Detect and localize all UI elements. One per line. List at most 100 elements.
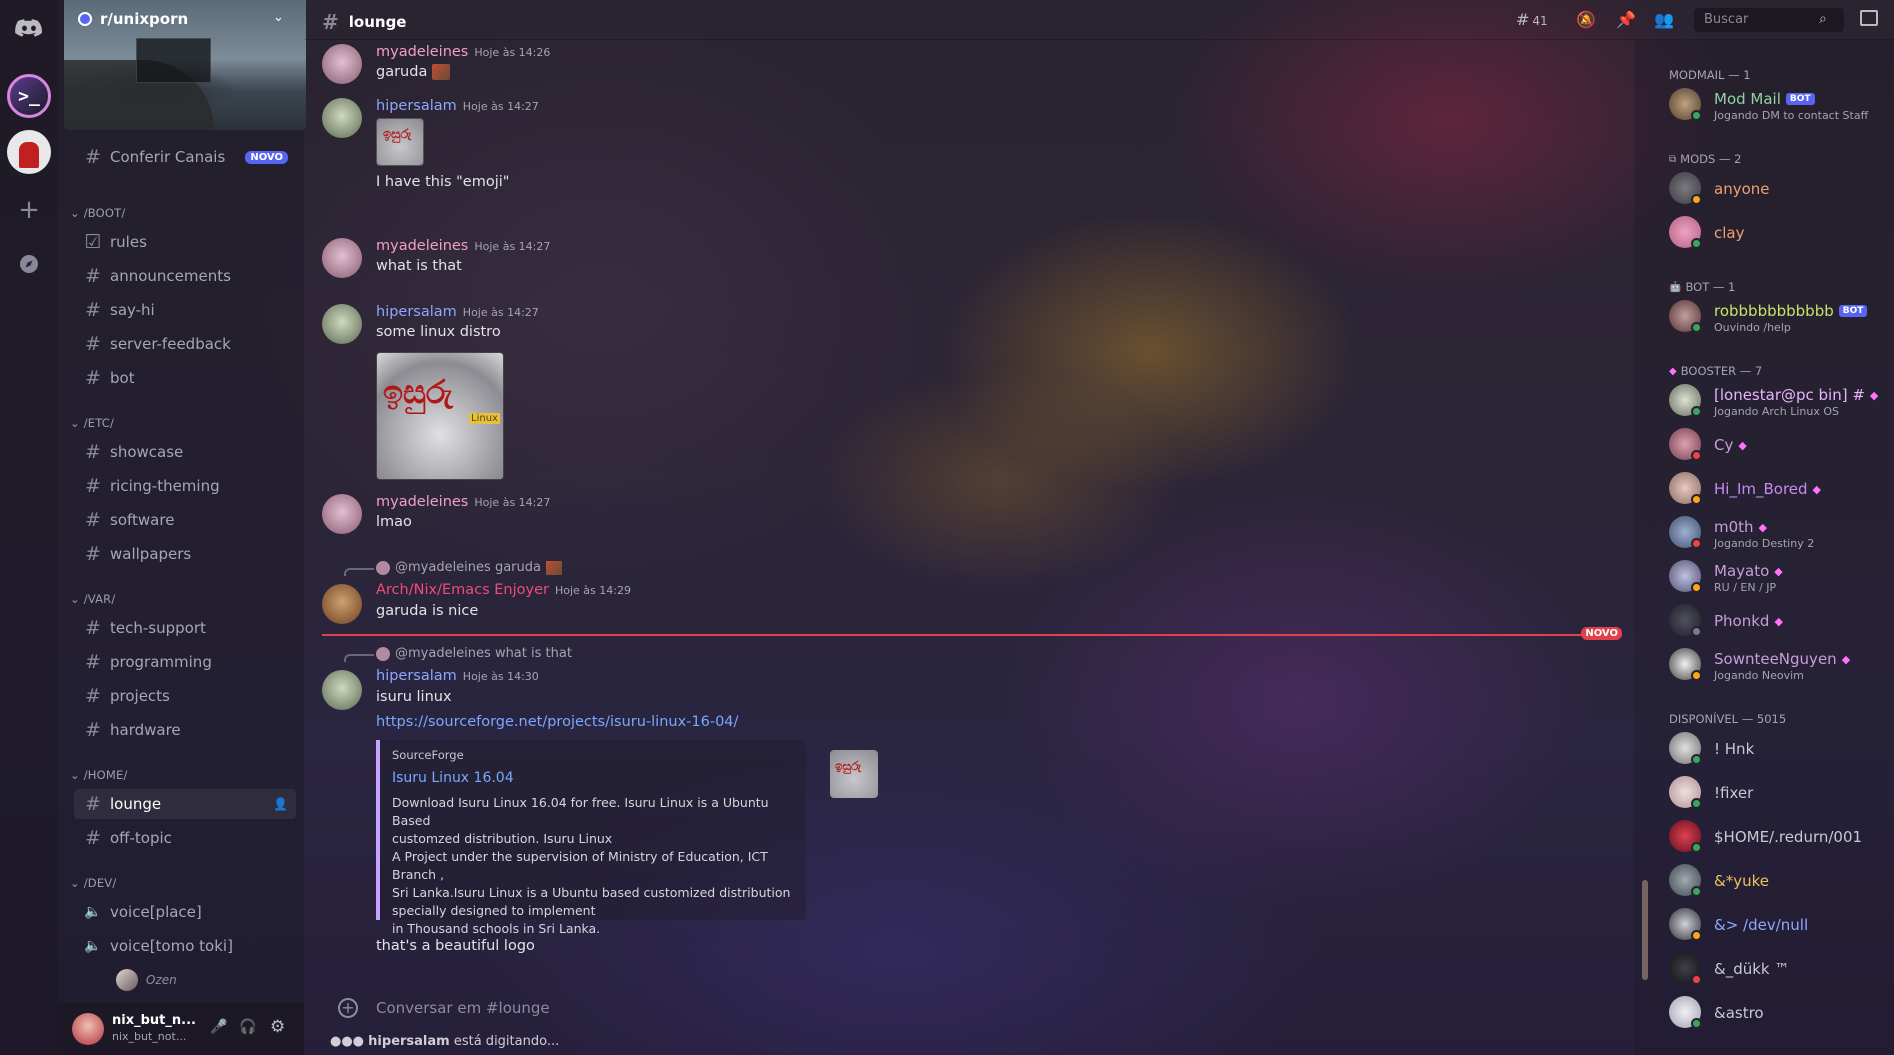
member-item[interactable]: clay	[1669, 212, 1889, 256]
channel-software[interactable]: # software	[74, 505, 296, 535]
unixporn-server-icon[interactable]: >_	[7, 74, 51, 118]
browse-channels-label: Conferir Canais	[110, 148, 226, 166]
channel-announcements[interactable]: # announcements	[74, 261, 296, 291]
invite-user-icon[interactable]: 👤	[273, 797, 288, 811]
chevron-down-icon[interactable]: ⌄	[273, 10, 284, 25]
member-item[interactable]: $HOME/.redurn/001	[1669, 816, 1889, 860]
hash-icon: #	[85, 509, 101, 531]
server-header[interactable]: r/unixporn	[78, 10, 188, 28]
avatar[interactable]	[322, 44, 362, 84]
settings-gear-icon[interactable]: ⚙	[270, 1017, 285, 1037]
channel-ricing-theming[interactable]: # ricing-theming	[74, 471, 296, 501]
mute-bell-icon[interactable]: 🔕	[1576, 10, 1596, 29]
pin-icon[interactable]: 📌	[1616, 10, 1636, 29]
channel-bot[interactable]: # bot	[74, 363, 296, 393]
member-item[interactable]: anyone	[1669, 168, 1889, 212]
message-author[interactable]: Arch/Nix/Emacs Enjoyer Hoje às 14:29	[376, 582, 631, 598]
channel-tech-support[interactable]: # tech-support	[74, 613, 296, 643]
channel-say-hi[interactable]: # say-hi	[74, 295, 296, 325]
member-item[interactable]: &> /dev/null	[1669, 904, 1889, 948]
channel-off-topic[interactable]: # off-topic	[74, 823, 296, 853]
channel-programming[interactable]: # programming	[74, 647, 296, 677]
timestamp: Hoje às 14:27	[462, 100, 539, 113]
embed-title[interactable]: Isuru Linux 16.04	[392, 770, 794, 786]
speaker-icon: 🔈	[84, 938, 102, 954]
channel-server-feedback[interactable]: # server-feedback	[74, 329, 296, 359]
speaker-icon: 🔈	[84, 904, 102, 920]
member-item[interactable]: &_dükk ™	[1669, 948, 1889, 992]
member-item[interactable]: Cy ◆	[1669, 424, 1889, 468]
server-avatar-icon[interactable]	[7, 130, 51, 174]
category-etc[interactable]: ⌄ /ETC/	[70, 416, 114, 430]
message-author[interactable]: myadeleines Hoje às 14:26	[376, 44, 550, 60]
microphone-icon[interactable]: 🎤	[210, 1019, 227, 1035]
headphones-icon[interactable]: 🎧	[239, 1019, 256, 1035]
user-tag: nix_but_not...	[112, 1030, 187, 1043]
avatar[interactable]	[322, 238, 362, 278]
category-boot[interactable]: ⌄ /BOOT/	[70, 206, 125, 220]
member-item[interactable]: Mod Mail BOT Jogando DM to contact Staff	[1669, 84, 1889, 128]
composer-input[interactable]: Conversar em #lounge	[376, 999, 550, 1017]
booster-gem-icon: ◆	[1841, 652, 1851, 666]
status-idle-icon	[1691, 194, 1702, 205]
avatar[interactable]	[322, 584, 362, 624]
add-server-icon[interactable]: +	[7, 188, 51, 232]
timestamp: Hoje às 14:29	[554, 584, 631, 597]
discord-home-icon[interactable]	[7, 8, 51, 52]
reply-preview[interactable]: @myadeleines garuda	[376, 560, 562, 575]
threads-icon[interactable]: #41	[1516, 10, 1548, 29]
explore-compass-icon[interactable]	[7, 242, 51, 286]
message-author[interactable]: hipersalam Hoje às 14:27	[376, 304, 539, 320]
new-messages-divider: NOVO	[322, 627, 1622, 640]
channel-wallpapers[interactable]: # wallpapers	[74, 539, 296, 569]
member-item[interactable]: &*yuke	[1669, 860, 1889, 904]
avatar	[376, 646, 390, 661]
category-home[interactable]: ⌄ /HOME/	[70, 768, 128, 782]
inbox-icon[interactable]	[1860, 10, 1878, 26]
message-author[interactable]: myadeleines Hoje às 14:27	[376, 238, 550, 254]
member-item[interactable]: ! Hnk	[1669, 728, 1889, 772]
member-list-scrollbar[interactable]	[1642, 880, 1648, 980]
avatar[interactable]	[322, 494, 362, 534]
member-item[interactable]: [lonestar@pc bin] # ◆ Jogando Arch Linux …	[1669, 380, 1889, 424]
message-author[interactable]: hipersalam Hoje às 14:27	[376, 98, 539, 114]
members-list-icon[interactable]: 👥	[1654, 10, 1674, 29]
member-item[interactable]: Mayato ◆ RU / EN / JP	[1669, 556, 1889, 600]
avatar[interactable]	[322, 304, 362, 344]
message-author[interactable]: hipersalam Hoje às 14:30	[376, 668, 539, 684]
member-item[interactable]: SownteeNguyen ◆ Jogando Neovim	[1669, 644, 1889, 688]
embed-thumbnail[interactable]: ඉසුරු	[830, 750, 878, 798]
member-item[interactable]: Phonkd ◆	[1669, 600, 1889, 644]
channel-showcase[interactable]: # showcase	[74, 437, 296, 467]
avatar[interactable]	[72, 1013, 104, 1045]
member-item[interactable]: !fixer	[1669, 772, 1889, 816]
channel-rules[interactable]: ☑ rules	[74, 227, 296, 257]
message-author[interactable]: myadeleines Hoje às 14:27	[376, 494, 550, 510]
booster-gem-icon: ◆	[1774, 614, 1783, 628]
channel-hardware[interactable]: # hardware	[74, 715, 296, 745]
member-item[interactable]: m0th ◆ Jogando Destiny 2	[1669, 512, 1889, 556]
search-icon[interactable]: ⌕	[1819, 11, 1827, 27]
add-attachment-icon[interactable]: +	[338, 998, 358, 1018]
voice-channel-place[interactable]: 🔈 voice[place]	[74, 897, 296, 927]
category-dev[interactable]: ⌄ /DEV/	[70, 876, 116, 890]
member-item[interactable]: &astro	[1669, 992, 1889, 1036]
browse-channels[interactable]: # Conferir Canais NOVO	[74, 142, 296, 172]
channel-projects[interactable]: # projects	[74, 681, 296, 711]
message-text: garuda is nice	[376, 603, 479, 619]
isuru-logo-emoji[interactable]: ඉසුරු	[376, 118, 424, 166]
isuru-logo-image[interactable]: ඉසුරු Linux	[376, 352, 504, 480]
server-name: r/unixporn	[100, 10, 189, 28]
member-item[interactable]: robbbbbbbbbbb BOT Ouvindo /help	[1669, 296, 1889, 340]
member-item[interactable]: Hi_Im_Bored ◆	[1669, 468, 1889, 512]
avatar[interactable]	[322, 98, 362, 138]
channel-lounge[interactable]: # lounge 👤	[74, 789, 296, 819]
message-composer[interactable]: + Conversar em #lounge	[334, 990, 1624, 1026]
avatar[interactable]	[322, 670, 362, 710]
reply-preview[interactable]: @myadeleines what is that	[376, 646, 572, 661]
voice-channel-tomo-toki[interactable]: 🔈 voice[tomo toki]	[74, 931, 296, 961]
message-text: what is that	[376, 258, 462, 274]
message-link[interactable]: https://sourceforge.net/projects/isuru-l…	[376, 714, 738, 730]
voice-user[interactable]: Ozen	[108, 965, 288, 995]
category-var[interactable]: ⌄ /VAR/	[70, 592, 115, 606]
